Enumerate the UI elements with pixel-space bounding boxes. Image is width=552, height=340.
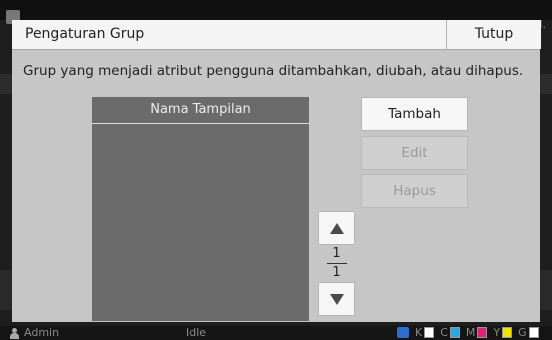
triangle-down-icon: [330, 294, 344, 305]
delete-button[interactable]: Hapus: [361, 174, 468, 208]
total-pages: 1: [332, 265, 341, 280]
edit-button[interactable]: Edit: [361, 136, 468, 170]
current-page: 1: [332, 246, 341, 261]
dialog-description: Grup yang menjadi atribut pengguna ditam…: [23, 63, 524, 79]
status-user: Admin: [24, 326, 60, 339]
list-column-header: Nama Tampilan: [92, 97, 309, 124]
group-list[interactable]: Nama Tampilan: [92, 97, 309, 321]
triangle-up-icon: [330, 223, 344, 234]
ink-c: C: [440, 326, 460, 339]
background-top-bar: al.: [0, 0, 552, 31]
group-settings-dialog: Pengaturan Grup Tutup Grup yang menjadi …: [12, 20, 541, 322]
status-bar: Admin Idle K C M Y G: [0, 326, 552, 340]
ink-m: M: [466, 326, 488, 339]
page-down-button[interactable]: [318, 282, 355, 316]
ink-y: Y: [493, 326, 513, 339]
add-button[interactable]: Tambah: [361, 97, 468, 131]
close-button[interactable]: Tutup: [446, 20, 541, 49]
status-state: Idle: [186, 326, 207, 339]
ink-drop-icon: [397, 327, 409, 338]
page-up-button[interactable]: [318, 211, 355, 245]
ink-levels: K C M Y G: [397, 326, 543, 339]
page-divider: [326, 263, 347, 264]
dialog-title: Pengaturan Grup: [25, 26, 145, 42]
user-icon: [9, 328, 19, 339]
ink-g: G: [518, 326, 539, 339]
page-indicator: 1 1: [318, 247, 355, 280]
ink-k: K: [415, 326, 435, 339]
dialog-header: Pengaturan Grup Tutup: [12, 20, 541, 50]
